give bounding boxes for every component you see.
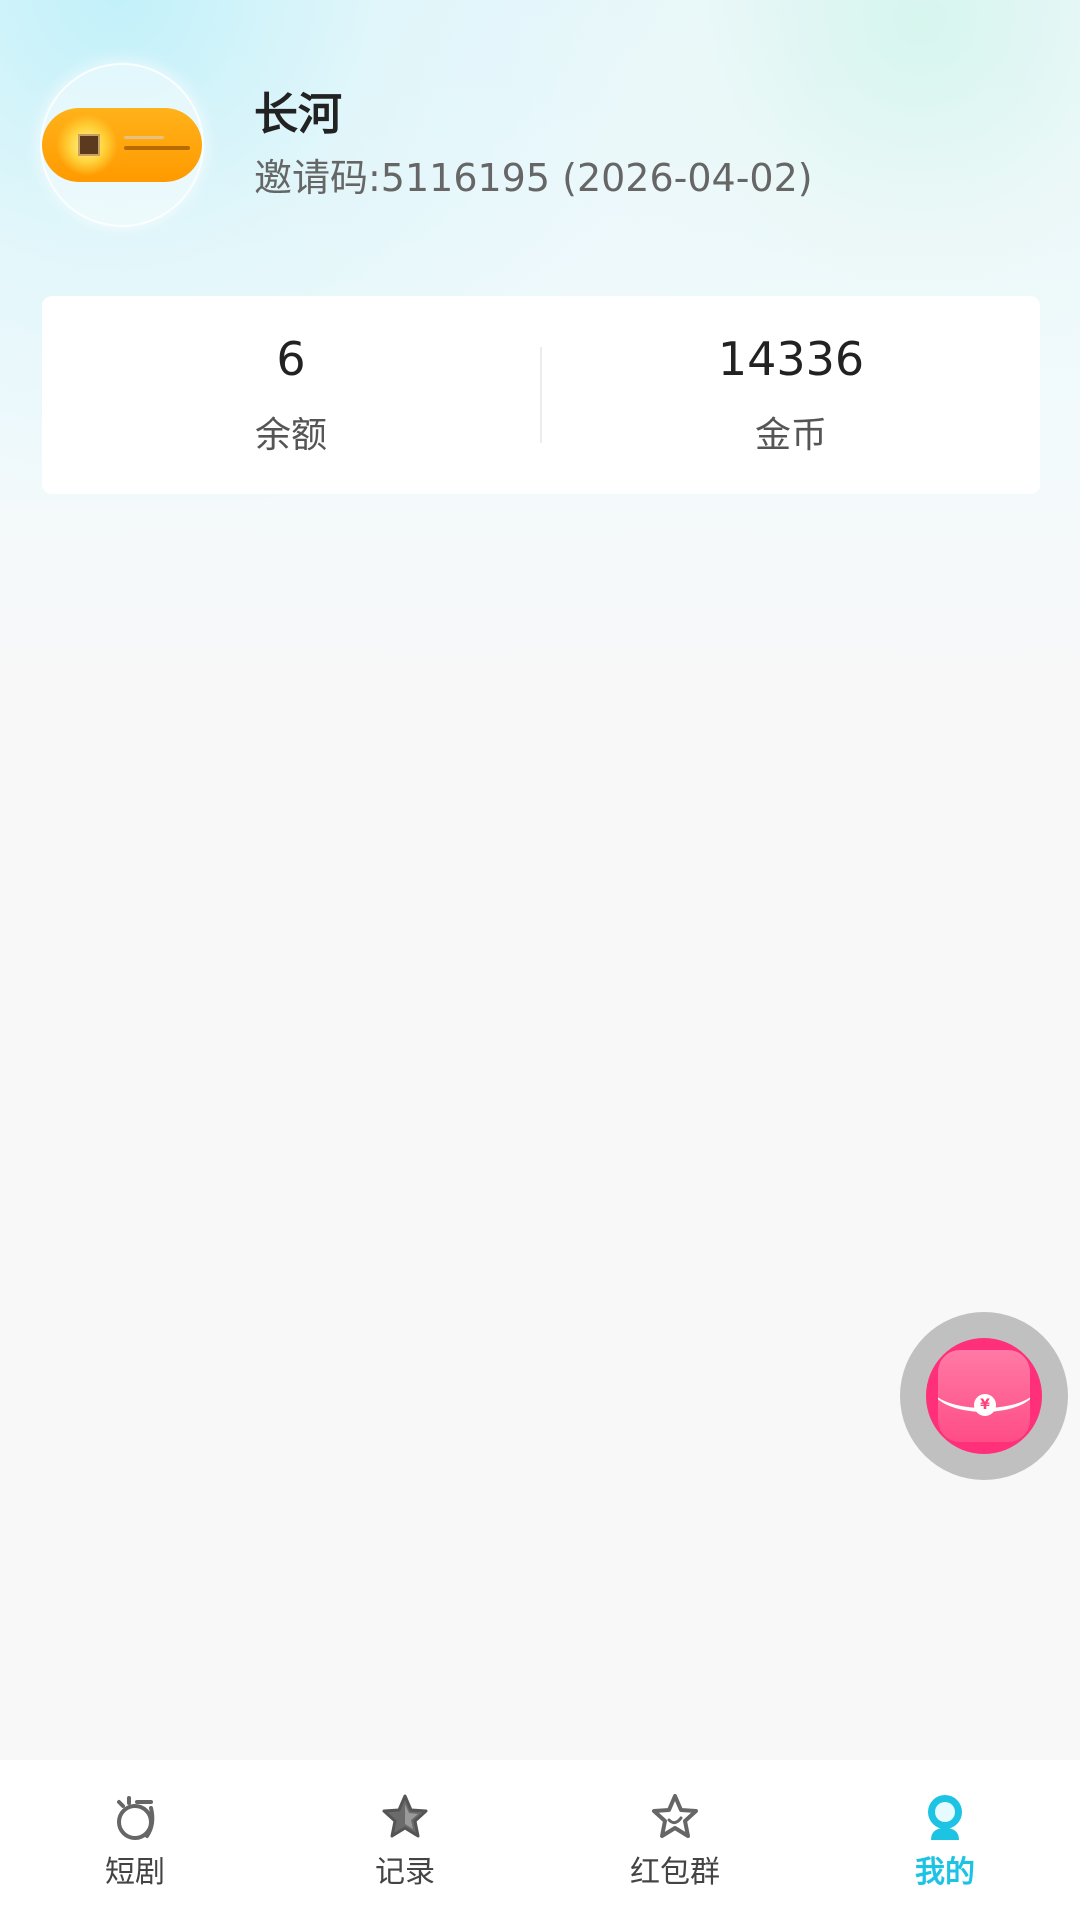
- profile-info: 长河 邀请码:5116195 (2026-04-02): [254, 89, 813, 198]
- red-packet-seal: ¥: [974, 1394, 996, 1416]
- balance-label: 余额: [254, 415, 327, 456]
- stats-card: 6 余额 14336 金币: [42, 296, 1040, 494]
- nav-item-drama[interactable]: 短剧: [0, 1760, 270, 1920]
- nav-label-drama: 短剧: [105, 1855, 165, 1890]
- nav-label-mine: 我的: [915, 1855, 975, 1890]
- username: 长河: [254, 89, 342, 140]
- star-outline-icon: [645, 1788, 705, 1848]
- red-packet-icon: ¥: [926, 1338, 1042, 1454]
- balance-value: 6: [276, 332, 306, 386]
- coins-label: 金币: [754, 415, 827, 456]
- invite-code[interactable]: 邀请码:5116195 (2026-04-02): [254, 159, 813, 197]
- nav-label-records: 记录: [375, 1855, 435, 1890]
- stat-balance[interactable]: 6 余额: [42, 336, 540, 454]
- nav-item-red-packet-group[interactable]: 红包群: [540, 1760, 810, 1920]
- star-filled-icon: [375, 1788, 435, 1848]
- avatar-line-shape: [124, 136, 164, 139]
- nav-item-records[interactable]: 记录: [270, 1760, 540, 1920]
- avatar-box-shape: [78, 134, 100, 156]
- nav-item-mine[interactable]: 我的: [810, 1760, 1080, 1920]
- nav-label-red-packet-group: 红包群: [630, 1855, 720, 1890]
- profile-page: 长河 邀请码:5116195 (2026-04-02) 6 余额 14336 金…: [0, 0, 1080, 1920]
- avatar-line-shape: [124, 146, 190, 150]
- floating-red-packet-button[interactable]: ¥: [900, 1312, 1068, 1480]
- coins-value: 14336: [717, 332, 865, 386]
- stat-coins[interactable]: 14336 金币: [542, 336, 1040, 454]
- profile-header: 长河 邀请码:5116195 (2026-04-02): [40, 60, 1040, 230]
- drama-icon: [105, 1788, 165, 1848]
- avatar-image: [42, 108, 202, 182]
- red-packet-body: ¥: [938, 1350, 1030, 1442]
- avatar[interactable]: [40, 63, 204, 227]
- profile-icon: [915, 1788, 975, 1848]
- bottom-navigation: 短剧 记录 红包群 我的: [0, 1760, 1080, 1920]
